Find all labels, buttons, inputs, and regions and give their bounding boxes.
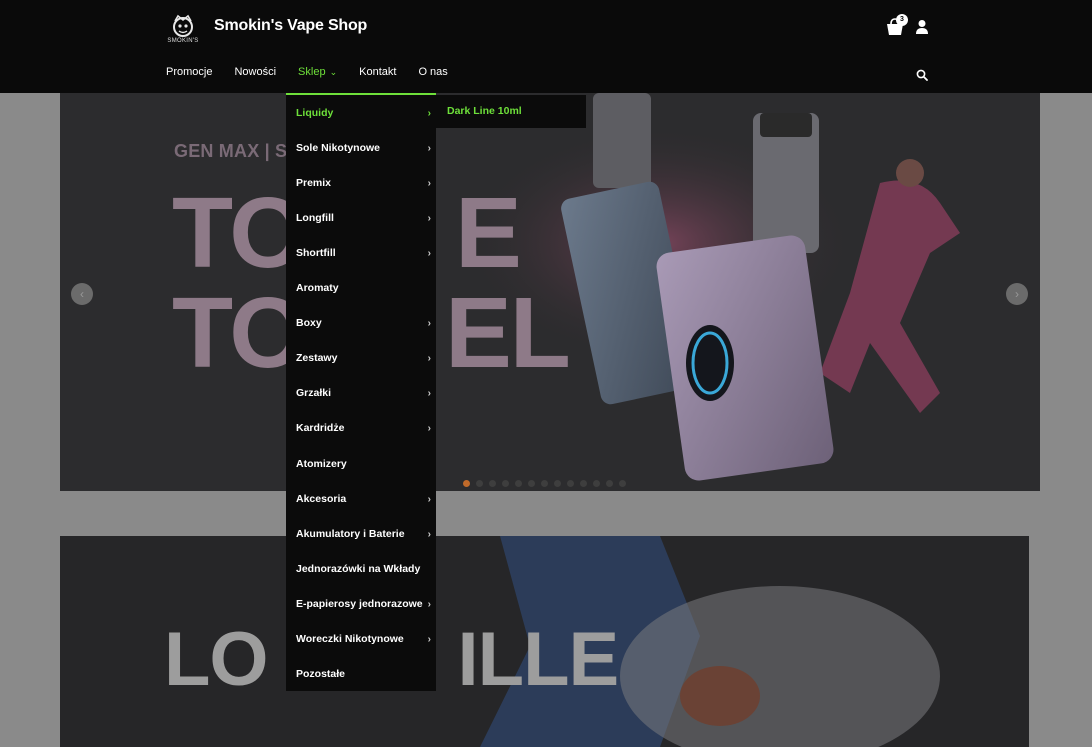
- slider-dot[interactable]: [515, 480, 522, 487]
- nav-item-nowosci[interactable]: Nowości: [234, 66, 276, 78]
- menu-item-sole-nikotynowe[interactable]: Sole Nikotynowe ›: [286, 131, 436, 166]
- menu-item-zestawy[interactable]: Zestawy ›: [286, 341, 436, 376]
- menu-item-label: Aromaty: [296, 282, 339, 294]
- chevron-right-icon: ›: [427, 423, 431, 434]
- hero-heading-part: E: [455, 177, 522, 289]
- chevron-right-icon: ›: [427, 178, 431, 189]
- hero-slider: GEN MAX | SI TO E TO EL ‹ ›: [60, 93, 1040, 491]
- slider-dot[interactable]: [528, 480, 535, 487]
- chevron-down-icon: ⌄: [329, 67, 338, 77]
- user-account-icon[interactable]: [915, 19, 929, 35]
- nav-item-label: Nowości: [234, 66, 277, 78]
- chevron-right-icon: ›: [427, 108, 431, 119]
- menu-item-kardridze[interactable]: Kardridże ›: [286, 411, 436, 446]
- nav-item-kontakt[interactable]: Kontakt: [359, 66, 396, 78]
- shop-dropdown-menu: Liquidy › Sole Nikotynowe › Premix › Longfi…: [286, 93, 436, 691]
- menu-item-pozostale[interactable]: Pozostałe: [286, 657, 436, 692]
- menu-item-label: Woreczki Nikotynowe: [296, 633, 404, 645]
- chevron-right-icon: ›: [427, 248, 431, 259]
- menu-item-akumulatory[interactable]: Akumulatory i Baterie ›: [286, 517, 436, 552]
- nav-item-label: Promocje: [166, 66, 213, 78]
- hero-heading-part: EL: [445, 277, 571, 389]
- menu-item-jednorazowki-na-wklady[interactable]: Jednorazówki na Wkłady: [286, 552, 436, 587]
- nav-item-sklep[interactable]: Sklep ⌄: [298, 66, 337, 78]
- menu-item-label: Akumulatory i Baterie: [296, 528, 405, 540]
- slider-dot[interactable]: [541, 480, 548, 487]
- slider-dot[interactable]: [606, 480, 613, 487]
- slider-dot[interactable]: [502, 480, 509, 487]
- liquidy-submenu: Dark Line 10ml: [436, 95, 586, 128]
- nav-item-label: Sklep: [298, 66, 326, 78]
- chevron-right-icon: ›: [427, 634, 431, 645]
- slider-dot[interactable]: [463, 480, 470, 487]
- slider-pagination: [463, 480, 626, 487]
- cart-count-badge: 3: [896, 14, 908, 26]
- chevron-right-icon: ›: [427, 213, 431, 224]
- menu-item-label: E-papierosy jednorazowe: [296, 598, 423, 610]
- slider-dot[interactable]: [489, 480, 496, 487]
- banner-heading-part: ILLE: [457, 617, 620, 702]
- menu-item-label: Zestawy: [296, 352, 338, 364]
- slider-next-button[interactable]: ›: [1006, 283, 1028, 305]
- chevron-right-icon: ›: [427, 388, 431, 399]
- menu-item-aromaty[interactable]: Aromaty: [286, 271, 436, 306]
- site-header: SMOKIN'S Smokin's Vape Shop 3 Promocje N…: [0, 0, 1092, 93]
- hero-subtitle: GEN MAX | SI: [174, 141, 293, 161]
- slider-dot[interactable]: [567, 480, 574, 487]
- slider-dot[interactable]: [619, 480, 626, 487]
- nav-item-label: O nas: [418, 66, 448, 78]
- main-nav: Promocje Nowości Sklep ⌄ Kontakt O nas: [166, 66, 470, 78]
- chevron-right-icon: ›: [427, 353, 431, 364]
- menu-item-label: Boxy: [296, 317, 322, 329]
- menu-item-e-papierosy[interactable]: E-papierosy jednorazowe ›: [286, 587, 436, 622]
- submenu-item-dark-line[interactable]: Dark Line 10ml: [447, 95, 522, 128]
- chevron-right-icon: ›: [427, 599, 431, 610]
- menu-item-premix[interactable]: Premix ›: [286, 166, 436, 201]
- nav-item-promocje[interactable]: Promocje: [166, 66, 212, 78]
- site-title[interactable]: Smokin's Vape Shop: [214, 17, 367, 35]
- menu-item-label: Jednorazówki na Wkłady: [296, 563, 421, 575]
- longfill-banner[interactable]: LO ILLE: [60, 536, 1029, 747]
- slider-dot[interactable]: [476, 480, 483, 487]
- chevron-right-icon: ›: [427, 143, 431, 154]
- menu-item-label: Longfill: [296, 212, 334, 224]
- menu-item-longfill[interactable]: Longfill ›: [286, 201, 436, 236]
- menu-item-akcesoria[interactable]: Akcesoria ›: [286, 482, 436, 517]
- search-icon[interactable]: [916, 69, 928, 81]
- menu-item-label: Pozostałe: [296, 668, 346, 680]
- menu-item-label: Shortfill: [296, 247, 336, 259]
- slider-dot[interactable]: [554, 480, 561, 487]
- menu-item-liquidy[interactable]: Liquidy ›: [286, 96, 436, 131]
- menu-item-label: Grzałki: [296, 387, 332, 399]
- chevron-right-icon: ›: [1015, 287, 1019, 301]
- menu-item-label: Atomizery: [296, 458, 347, 470]
- menu-item-woreczki-nikotynowe[interactable]: Woreczki Nikotynowe ›: [286, 622, 436, 657]
- logo-text: SMOKIN'S: [167, 38, 199, 44]
- menu-item-boxy[interactable]: Boxy ›: [286, 306, 436, 341]
- banner-heading-part: LO: [164, 617, 269, 702]
- nav-item-label: Kontakt: [359, 66, 397, 78]
- chevron-right-icon: ›: [427, 529, 431, 540]
- slider-dot[interactable]: [593, 480, 600, 487]
- chevron-left-icon: ‹: [80, 287, 84, 301]
- menu-item-grzalki[interactable]: Grzałki ›: [286, 376, 436, 411]
- menu-item-atomizery[interactable]: Atomizery: [286, 447, 436, 482]
- chevron-right-icon: ›: [427, 318, 431, 329]
- menu-item-label: Liquidy: [296, 107, 334, 119]
- slider-prev-button[interactable]: ‹: [71, 283, 93, 305]
- nav-item-o-nas[interactable]: O nas: [418, 66, 447, 78]
- menu-item-shortfill[interactable]: Shortfill ›: [286, 236, 436, 271]
- menu-item-label: Akcesoria: [296, 493, 347, 505]
- menu-item-label: Sole Nikotynowe: [296, 142, 381, 154]
- slider-dot[interactable]: [580, 480, 587, 487]
- menu-item-label: Premix: [296, 177, 332, 189]
- chevron-right-icon: ›: [427, 494, 431, 505]
- menu-item-label: Kardridże: [296, 422, 345, 434]
